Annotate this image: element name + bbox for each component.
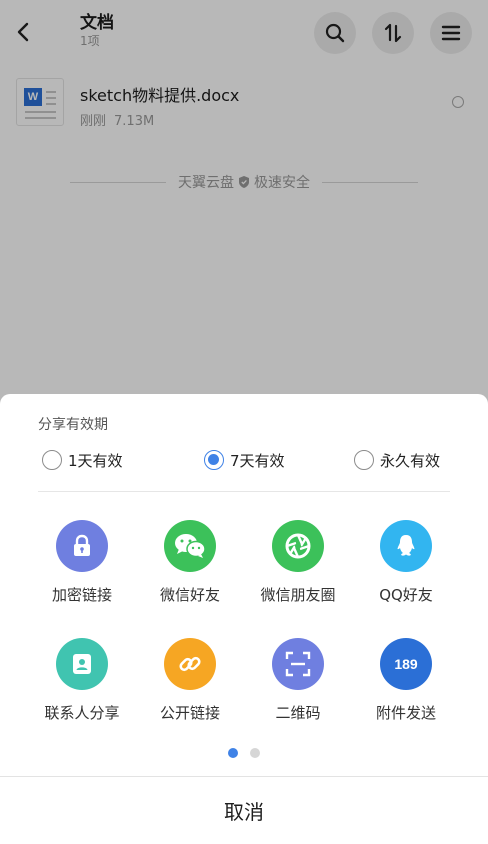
share-contact[interactable]: 联系人分享: [27, 638, 137, 734]
section-divider: [38, 491, 450, 492]
share-public-link[interactable]: 公开链接: [135, 638, 245, 734]
option-label: 永久有效: [380, 451, 441, 470]
contact-icon: [56, 638, 108, 690]
validity-option-1-day[interactable]: 1天有效: [42, 448, 123, 472]
page-dot-active[interactable]: [228, 748, 238, 758]
share-item-label: 附件发送: [375, 704, 436, 722]
validity-label: 分享有效期: [38, 417, 108, 433]
page-dot[interactable]: [250, 748, 260, 758]
lock-icon: [56, 520, 108, 572]
qq-icon: [380, 520, 432, 572]
share-wechat-moments[interactable]: 微信朋友圈: [243, 520, 353, 616]
cancel-button[interactable]: 取消: [0, 777, 488, 844]
mail-189-icon: 189: [380, 638, 432, 690]
validity-option-7-days[interactable]: 7天有效: [204, 448, 285, 472]
link-icon: [164, 638, 216, 690]
share-item-label: 微信朋友圈: [260, 586, 336, 604]
share-sheet: 分享有效期 1天有效 7天有效 永久有效 加密链接 微信好友 微信朋友圈 QQ好…: [0, 394, 488, 844]
validity-option-permanent[interactable]: 永久有效: [354, 448, 440, 472]
qrcode-scan-icon: [272, 638, 324, 690]
wechat-icon: [164, 520, 216, 572]
radio-button[interactable]: [42, 450, 62, 470]
share-qq-friend[interactable]: QQ好友: [351, 520, 461, 616]
share-item-label: 二维码: [275, 704, 321, 722]
share-item-label: 加密链接: [51, 586, 112, 604]
radio-button-checked[interactable]: [204, 450, 224, 470]
page-indicator: [0, 748, 488, 758]
share-item-label: QQ好友: [379, 586, 433, 604]
share-email-attachment[interactable]: 189 附件发送: [351, 638, 461, 734]
share-item-label: 微信好友: [159, 586, 220, 604]
moments-icon: [272, 520, 324, 572]
share-qrcode[interactable]: 二维码: [243, 638, 353, 734]
share-wechat-friend[interactable]: 微信好友: [135, 520, 245, 616]
radio-button[interactable]: [354, 450, 374, 470]
option-label: 1天有效: [68, 451, 123, 470]
share-encrypted-link[interactable]: 加密链接: [27, 520, 137, 616]
option-label: 7天有效: [230, 451, 285, 470]
share-item-label: 公开链接: [159, 704, 220, 722]
share-item-label: 联系人分享: [44, 704, 120, 722]
